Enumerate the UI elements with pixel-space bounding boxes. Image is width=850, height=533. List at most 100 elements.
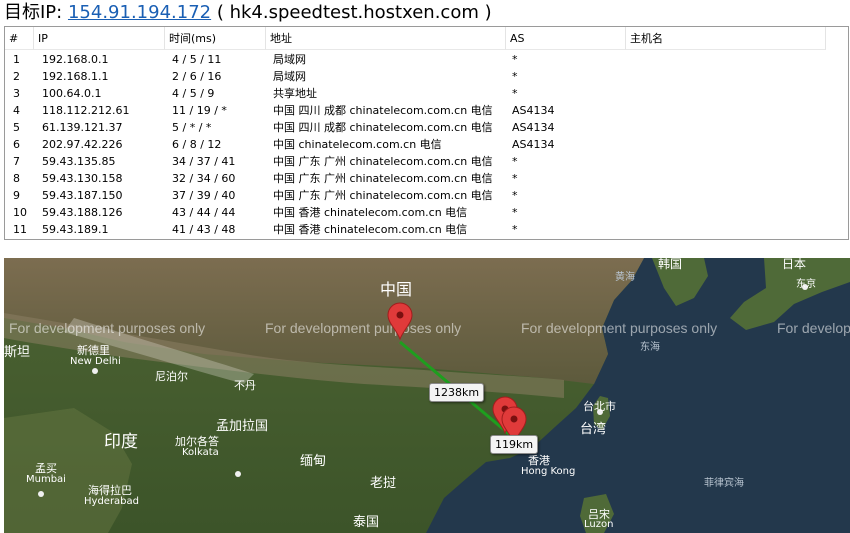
map-label-mumbai-en: Mumbai xyxy=(26,474,66,485)
hop-number: 3 xyxy=(13,87,20,100)
hop-as: * xyxy=(512,70,518,83)
target-ip-label: 目标IP: xyxy=(4,2,63,23)
map-label-hyderabad-cn: 海得拉巴 xyxy=(88,484,132,497)
target-ip-link[interactable]: 154.91.194.172 xyxy=(68,2,211,23)
hop-address: 局域网 xyxy=(273,70,306,83)
map-label-mumbai-cn: 孟买 xyxy=(35,462,57,475)
hop-address: 中国 广东 广州 chinatelecom.com.cn 电信 xyxy=(273,155,493,168)
map-label-india: 印度 xyxy=(104,432,138,452)
hop-number: 8 xyxy=(13,172,20,185)
hop-address: 局域网 xyxy=(273,53,306,66)
hop-ip: 59.43.135.85 xyxy=(42,155,116,168)
target-ip-line: 目标IP: 154.91.194.172 ( hk4.speedtest.hos… xyxy=(4,1,492,25)
hop-time: 4 / 5 / 11 xyxy=(172,53,222,66)
hop-time: 5 / * / * xyxy=(172,121,212,134)
hop-ip: 100.64.0.1 xyxy=(42,87,102,100)
column-header-hostname[interactable]: 主机名 xyxy=(626,27,826,50)
hop-as: AS4134 xyxy=(512,138,555,151)
hop-time: 32 / 34 / 60 xyxy=(172,172,236,185)
table-row[interactable]: 2 192.168.1.1 2 / 6 / 16 局域网 * xyxy=(5,68,848,85)
map-label-taipei: 台北市 xyxy=(583,400,616,413)
hop-time: 11 / 19 / * xyxy=(172,104,227,117)
map-label-tokyo: 东京 xyxy=(796,279,816,290)
table-header: # IP 时间(ms) 地址 AS 主机名 xyxy=(5,27,848,51)
traceroute-table: # IP 时间(ms) 地址 AS 主机名 1 192.168.0.1 4 / 5 … xyxy=(4,26,849,240)
map-label-nepal: 尼泊尔 xyxy=(155,370,188,383)
table-row[interactable]: 4 118.112.212.61 11 / 19 / * 中国 四川 成都 china… xyxy=(5,102,848,119)
hop-time: 2 / 6 / 16 xyxy=(172,70,222,83)
hop-as: * xyxy=(512,206,518,219)
hop-as: AS4134 xyxy=(512,121,555,134)
table-row[interactable]: 8 59.43.130.158 32 / 34 / 60 中国 广东 广州 china… xyxy=(5,170,848,187)
column-header-ip[interactable]: IP xyxy=(34,27,165,50)
map-label-hongkong-cn: 香港 xyxy=(528,454,550,467)
column-header-address[interactable]: 地址 xyxy=(266,27,506,50)
hop-number: 4 xyxy=(13,104,20,117)
map-label-china: 中国 xyxy=(380,280,413,299)
map-label-thailand: 泰国 xyxy=(353,515,380,530)
map-label-yellow-sea: 黄海 xyxy=(615,272,635,283)
hop-as: * xyxy=(512,223,518,236)
table-row[interactable]: 5 61.139.121.37 5 / * / * 中国 四川 成都 chinatel… xyxy=(5,119,848,136)
hop-address: 中国 广东 广州 chinatelecom.com.cn 电信 xyxy=(273,189,493,202)
distance-label-1: 1238km xyxy=(429,383,485,402)
map-label-new-delhi-cn: 新德里 xyxy=(77,344,110,357)
map-label-pakistan: 斯坦 xyxy=(4,345,31,360)
hop-address: 中国 香港 chinatelecom.com.cn 电信 xyxy=(273,223,468,236)
hop-address: 中国 香港 chinatelecom.com.cn 电信 xyxy=(273,206,468,219)
distance-label-2: 119km xyxy=(490,435,539,454)
column-header-as[interactable]: AS xyxy=(506,27,626,50)
hop-ip: 118.112.212.61 xyxy=(42,104,130,117)
city-dot-mumbai xyxy=(38,491,44,497)
table-row[interactable]: 9 59.43.187.150 37 / 39 / 40 中国 广东 广州 china… xyxy=(5,187,848,204)
table-row[interactable]: 10 59.43.188.126 43 / 44 / 44 中国 香港 chinate… xyxy=(5,204,848,221)
column-header-time[interactable]: 时间(ms) xyxy=(165,27,266,50)
target-hostname: ( hk4.speedtest.hostxen.com ) xyxy=(216,2,492,23)
map-label-luzon-en: Luzon xyxy=(584,519,614,530)
hop-time: 43 / 44 / 44 xyxy=(172,206,236,219)
map-marker-chengdu[interactable] xyxy=(387,302,413,340)
map-pin-icon xyxy=(387,302,413,340)
map-label-kolkata-en: Kolkata xyxy=(182,447,219,458)
hop-ip: 61.139.121.37 xyxy=(42,121,123,134)
route-map[interactable]: For development purposes only For develo… xyxy=(4,258,850,533)
hop-ip: 59.43.187.150 xyxy=(42,189,123,202)
map-label-kolkata-cn: 加尔各答 xyxy=(175,435,219,448)
hop-ip: 59.43.189.1 xyxy=(42,223,109,236)
map-label-myanmar: 缅甸 xyxy=(300,454,327,469)
hop-number: 10 xyxy=(13,206,27,219)
table-row[interactable]: 11 59.43.189.1 41 / 43 / 48 中国 香港 chinatele… xyxy=(5,221,848,238)
map-label-korea: 韩国 xyxy=(658,258,683,271)
map-watermark: For development purposes only xyxy=(777,320,850,336)
hop-address: 中国 广东 广州 chinatelecom.com.cn 电信 xyxy=(273,172,493,185)
hop-number: 2 xyxy=(13,70,20,83)
hop-ip: 202.97.42.226 xyxy=(42,138,123,151)
hop-as: * xyxy=(512,189,518,202)
table-row[interactable]: 7 59.43.135.85 34 / 37 / 41 中国 广东 广州 chinat… xyxy=(5,153,848,170)
map-watermark: For development purposes only xyxy=(265,320,462,336)
map-label-japan: 日本 xyxy=(782,258,807,271)
city-dot-kolkata xyxy=(235,471,241,477)
map-label-bangladesh: 孟加拉国 xyxy=(216,419,269,434)
hop-time: 34 / 37 / 41 xyxy=(172,155,236,168)
hop-number: 11 xyxy=(13,223,27,236)
hop-number: 7 xyxy=(13,155,20,168)
table-row[interactable]: 3 100.64.0.1 4 / 5 / 9 共享地址 * xyxy=(5,85,848,102)
column-header-number[interactable]: # xyxy=(5,27,34,50)
city-dot-new-delhi xyxy=(92,368,98,374)
hop-address: 中国 四川 成都 chinatelecom.com.cn 电信 xyxy=(273,121,493,134)
hop-as: * xyxy=(512,53,518,66)
table-row[interactable]: 1 192.168.0.1 4 / 5 / 11 局域网 * xyxy=(5,51,848,68)
hop-as: * xyxy=(512,155,518,168)
hop-time: 41 / 43 / 48 xyxy=(172,223,236,236)
hop-time: 4 / 5 / 9 xyxy=(172,87,215,100)
hop-number: 6 xyxy=(13,138,20,151)
hop-time: 37 / 39 / 40 xyxy=(172,189,236,202)
hop-ip: 192.168.0.1 xyxy=(42,53,109,66)
hop-ip: 192.168.1.1 xyxy=(42,70,109,83)
table-row[interactable]: 6 202.97.42.226 6 / 8 / 12 中国 chinatelecom.… xyxy=(5,136,848,153)
map-watermark: For development purposes only xyxy=(9,320,206,336)
map-label-taiwan: 台湾 xyxy=(580,422,607,437)
map-watermark: For development purposes only xyxy=(521,320,718,336)
hop-ip: 59.43.188.126 xyxy=(42,206,123,219)
